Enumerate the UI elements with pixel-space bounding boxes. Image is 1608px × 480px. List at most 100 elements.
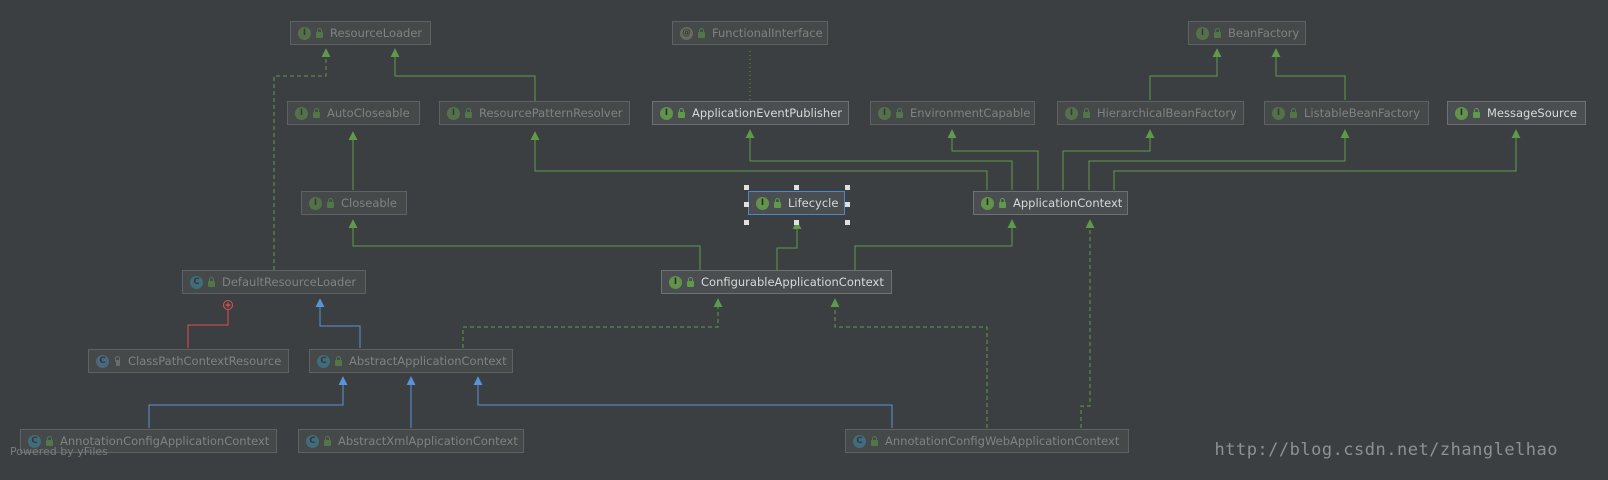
interface-icon: I xyxy=(981,196,994,210)
edge-hierarchical-to-bean-factory xyxy=(1149,48,1222,100)
selection-handle[interactable] xyxy=(744,185,749,190)
interface-icon: I xyxy=(309,196,322,210)
interface-icon: I xyxy=(447,106,460,120)
interface-icon: I xyxy=(669,275,682,289)
public-icon xyxy=(697,28,706,38)
node-label: EnvironmentCapable xyxy=(910,106,1031,120)
node-abstract-application-context[interactable]: C AbstractApplicationContext xyxy=(309,349,513,373)
edge-annotation-web-to-application-context xyxy=(1080,219,1095,428)
public-icon xyxy=(998,198,1007,208)
public-icon xyxy=(686,277,695,287)
node-label: AbstractApplicationContext xyxy=(349,354,507,368)
selection-handle[interactable] xyxy=(794,185,799,190)
edge-abstract-app-context-to-configurable xyxy=(462,298,723,348)
interface-icon: I xyxy=(295,106,308,120)
node-class-path-context-resource[interactable]: C ClassPathContextResource xyxy=(88,349,289,373)
node-label: ResourcePatternResolver xyxy=(479,106,623,120)
public-icon xyxy=(315,28,324,38)
edge-default-resource-loader-to-resource-loader xyxy=(273,48,331,270)
class-icon: C xyxy=(853,434,866,448)
node-listable-bean-factory[interactable]: I ListableBeanFactory xyxy=(1264,101,1429,125)
interface-icon: I xyxy=(878,106,891,120)
public-icon xyxy=(326,198,335,208)
edge-annotation-config-to-abstract-app-context xyxy=(148,376,348,428)
node-label: FunctionalInterface xyxy=(712,26,823,40)
public-icon xyxy=(1213,28,1222,38)
node-bean-factory[interactable]: I BeanFactory xyxy=(1188,21,1306,45)
watermark-url: http://blog.csdn.net/zhanglelhao xyxy=(1214,440,1558,460)
public-icon xyxy=(334,356,343,366)
public-icon xyxy=(323,436,332,446)
node-label: AbstractXmlApplicationContext xyxy=(338,434,518,448)
node-resource-pattern-resolver[interactable]: I ResourcePatternResolver xyxy=(439,101,630,125)
node-abstract-xml-application-context[interactable]: C AbstractXmlApplicationContext xyxy=(298,429,524,453)
node-application-context[interactable]: I ApplicationContext xyxy=(973,191,1128,215)
selection-handle[interactable] xyxy=(794,220,799,225)
edge-app-context-to-hierarchical xyxy=(1062,129,1155,190)
selection-handle[interactable] xyxy=(845,185,850,190)
edge-app-context-to-environment-capable xyxy=(947,129,1039,190)
edge-app-context-to-listable xyxy=(1088,129,1350,190)
class-hierarchy-diagram: I ResourceLoader @ FunctionalInterface I… xyxy=(0,0,1608,480)
node-lifecycle[interactable]: I Lifecycle xyxy=(748,191,845,215)
public-icon xyxy=(207,277,216,287)
node-label: AnnotationConfigWebApplicationContext xyxy=(885,434,1120,448)
interface-icon: I xyxy=(756,196,769,210)
public-icon xyxy=(464,108,473,118)
node-label: ListableBeanFactory xyxy=(1304,106,1421,120)
node-label: AutoCloseable xyxy=(327,106,410,120)
edge-app-context-to-message-source xyxy=(1113,129,1521,190)
edge-abstract-app-context-to-default-resource-loader xyxy=(315,298,361,348)
node-label: MessageSource xyxy=(1487,106,1577,120)
annotation-icon: @ xyxy=(680,26,693,40)
public-icon xyxy=(1472,108,1481,118)
node-label: Closeable xyxy=(341,196,397,210)
private-icon xyxy=(113,356,122,366)
node-label: ApplicationContext xyxy=(1013,196,1123,210)
public-icon xyxy=(895,108,904,118)
node-functional-interface[interactable]: @ FunctionalInterface xyxy=(672,21,828,45)
edge-class-path-resource-to-default-resource-loader xyxy=(187,309,229,348)
node-label: DefaultResourceLoader xyxy=(222,275,357,289)
interface-icon: I xyxy=(298,26,311,40)
interface-icon: I xyxy=(1065,106,1078,120)
selection-handle[interactable] xyxy=(744,220,749,225)
edge-annotation-web-to-configurable xyxy=(830,298,988,428)
node-auto-closeable[interactable]: I AutoCloseable xyxy=(287,101,420,125)
public-icon xyxy=(1082,108,1091,118)
edge-configurable-to-application-context xyxy=(854,219,1017,270)
node-hierarchical-bean-factory[interactable]: I HierarchicalBeanFactory xyxy=(1057,101,1244,125)
node-closeable[interactable]: I Closeable xyxy=(301,191,407,215)
node-annotation-config-web-application-context[interactable]: C AnnotationConfigWebApplicationContext xyxy=(845,429,1129,453)
selection-handle[interactable] xyxy=(744,202,749,207)
node-application-event-publisher[interactable]: I ApplicationEventPublisher xyxy=(652,101,849,125)
interface-icon: I xyxy=(1196,26,1209,40)
edge-listable-to-bean-factory xyxy=(1271,48,1346,100)
node-label: HierarchicalBeanFactory xyxy=(1097,106,1237,120)
static-class-icon: C xyxy=(96,354,109,368)
public-icon xyxy=(773,198,782,208)
edge-app-context-to-event-publisher xyxy=(745,129,1013,190)
abstract-class-icon: C xyxy=(306,434,319,448)
powered-by-label: Powered by yFiles xyxy=(10,445,108,458)
selection-handle[interactable] xyxy=(845,202,850,207)
edge-configurable-to-lifecycle xyxy=(776,220,802,270)
node-resource-loader[interactable]: I ResourceLoader xyxy=(290,21,431,45)
node-label: ConfigurableApplicationContext xyxy=(701,275,884,289)
public-icon xyxy=(1289,108,1298,118)
node-environment-capable[interactable]: I EnvironmentCapable xyxy=(870,101,1035,125)
edge-resource-pattern-resolver-to-resource-loader xyxy=(390,48,536,102)
class-icon: C xyxy=(190,275,203,289)
node-label: ClassPathContextResource xyxy=(128,354,282,368)
node-configurable-application-context[interactable]: I ConfigurableApplicationContext xyxy=(661,270,892,294)
node-label: ResourceLoader xyxy=(330,26,423,40)
public-icon xyxy=(677,108,686,118)
node-message-source[interactable]: I MessageSource xyxy=(1447,101,1586,125)
node-default-resource-loader[interactable]: C DefaultResourceLoader xyxy=(182,270,366,294)
interface-icon: I xyxy=(1455,106,1468,120)
public-icon xyxy=(312,108,321,118)
interface-icon: I xyxy=(1272,106,1285,120)
public-icon xyxy=(870,436,879,446)
selection-handle[interactable] xyxy=(845,220,850,225)
node-label: ApplicationEventPublisher xyxy=(692,106,842,120)
